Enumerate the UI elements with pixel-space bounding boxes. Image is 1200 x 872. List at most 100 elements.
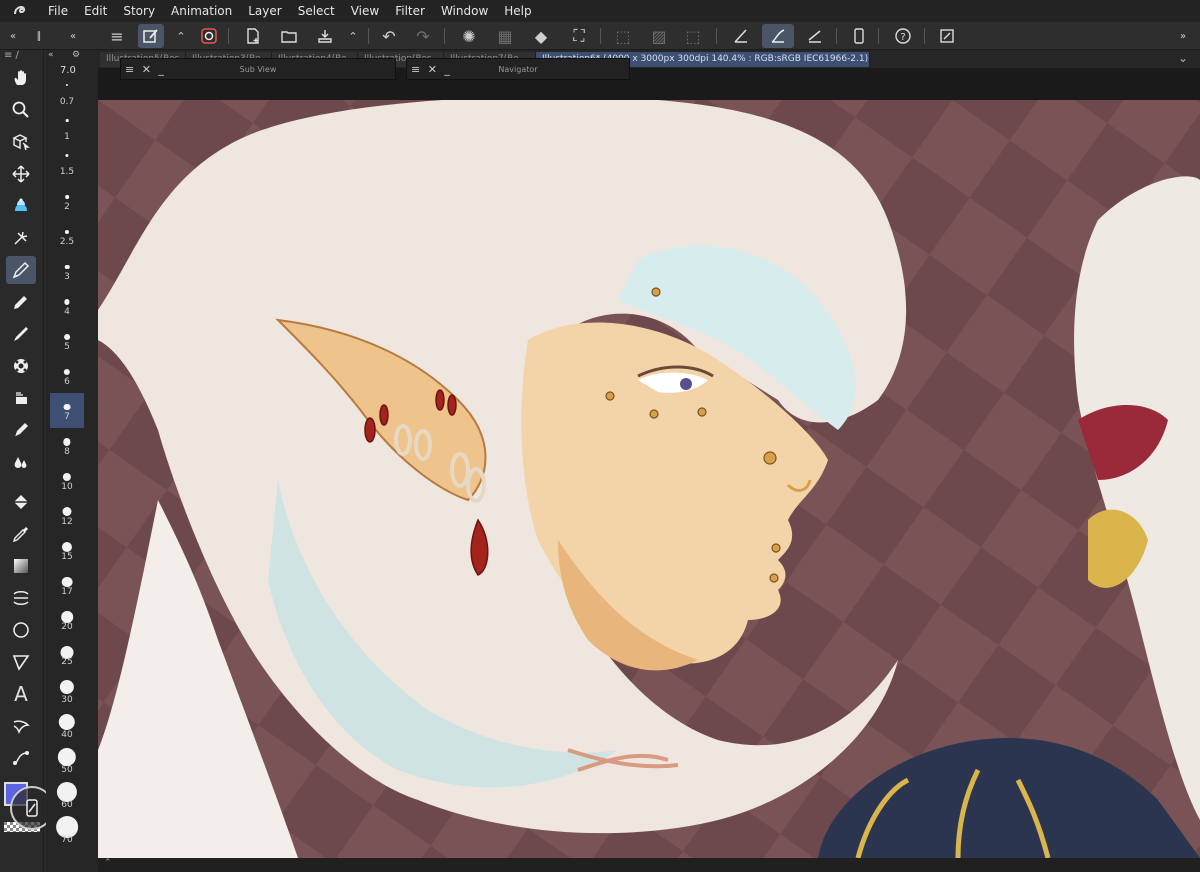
undo-icon[interactable]: ↶ [376,24,402,48]
menu-layer[interactable]: Layer [240,0,289,22]
menu-view[interactable]: View [343,0,387,22]
menu-file[interactable]: File [40,0,76,22]
brush-size-option[interactable]: 3 [50,253,84,288]
operation-icon[interactable] [6,128,36,156]
menu-select[interactable]: Select [290,0,343,22]
brush-size-option[interactable]: 4 [50,288,84,323]
menu-animation[interactable]: Animation [163,0,240,22]
transform-icon[interactable]: ⛶ [566,24,592,48]
ruler-icon[interactable] [6,584,36,612]
open-folder-icon[interactable] [276,24,302,48]
invert-selection-icon[interactable]: ▨ [646,24,672,48]
hand-icon[interactable] [6,64,36,92]
subview-palette[interactable]: ≡ ✕ _ Sub View [120,58,396,80]
smartphone-icon[interactable] [846,24,872,48]
brush-size-option[interactable]: 15 [50,533,84,568]
decoration-icon[interactable] [6,352,36,380]
save-icon[interactable] [312,24,338,48]
brush-size-label: 10 [61,482,73,492]
deselect-icon[interactable]: ⬚ [610,24,636,48]
menu-edit[interactable]: Edit [76,0,115,22]
collapse-icon[interactable]: « [48,50,54,60]
brush-size-label: 12 [61,517,73,527]
brush-size-option[interactable]: 8 [50,428,84,463]
brush-size-option[interactable]: 17 [50,568,84,603]
brush-size-option[interactable]: 30 [50,673,84,708]
text-icon[interactable]: A [6,680,36,708]
brush-size-option[interactable]: 50 [50,743,84,778]
menu-window[interactable]: Window [433,0,496,22]
eyedropper-icon[interactable] [6,520,36,548]
brush-size-option[interactable]: 7 [50,393,84,428]
save-stepper-icon[interactable]: ⌃ [340,24,366,48]
inking-icon[interactable] [6,416,36,444]
brush-size-preview [63,368,71,376]
menu-icon[interactable]: ≡ [104,24,130,48]
brush-size-preview [64,299,70,305]
brush-size-option[interactable]: 1.5 [50,148,84,183]
brush-size-option[interactable]: 40 [50,708,84,743]
navigator-palette[interactable]: ≡ ✕ _ Navigator [406,58,630,80]
brush-size-label: 40 [61,730,73,740]
chevron-down-icon[interactable]: ⌄ [1178,51,1188,65]
palette-title: Navigator [498,65,538,74]
fill-icon-cmd[interactable]: ◆ [528,24,554,48]
settings-icon[interactable]: ⚙ [72,50,80,60]
brush-size-option[interactable]: 12 [50,498,84,533]
collapse-left-2-icon[interactable]: « [60,24,86,48]
collapse-right-icon[interactable]: » [1170,24,1196,48]
help-icon[interactable]: ? [890,24,916,48]
brush-size-label: 70 [61,835,73,845]
mode-stepper-icon[interactable]: ⌃ [168,24,194,48]
brush-icon[interactable] [6,320,36,348]
pen-icon[interactable] [6,256,36,284]
stabilization-icon[interactable] [762,24,794,48]
canvas-area[interactable] [98,68,1200,858]
figure-icon[interactable] [6,616,36,644]
clear-selection-icon[interactable]: ▦ [492,24,518,48]
brush-size-option[interactable]: 60 [50,778,84,813]
crop-icon[interactable]: ⬚ [680,24,706,48]
auto-select-icon[interactable] [6,224,36,252]
eraser-icon[interactable] [6,384,36,412]
brush-size-label: 60 [61,800,73,810]
brush-size-option[interactable]: 0.7 [50,78,84,113]
gradient-icon[interactable] [6,552,36,580]
redo-icon[interactable]: ↷ [410,24,436,48]
fill-bucket-icon[interactable] [6,192,36,220]
brush-size-option[interactable]: 6 [50,358,84,393]
brush-size-option[interactable]: 20 [50,603,84,638]
pen-pressure-icon[interactable] [728,24,754,48]
brush-size-option[interactable]: 10 [50,463,84,498]
fill-icon[interactable] [6,488,36,516]
move-icon[interactable] [6,160,36,188]
vector-snap-icon[interactable] [802,24,828,48]
blend-icon[interactable] [6,448,36,476]
brush-size-option[interactable]: 25 [50,638,84,673]
new-canvas-icon[interactable] [240,24,266,48]
expand-up-icon[interactable]: ⌃ [104,858,112,868]
app-logo-icon[interactable] [0,0,40,22]
menu-story[interactable]: Story [115,0,163,22]
balloon-icon[interactable] [6,712,36,740]
zoom-icon[interactable] [6,96,36,124]
pencil-icon[interactable] [6,288,36,316]
brush-size-preview [63,403,71,411]
brush-size-option[interactable]: 1 [50,113,84,148]
edit-mode-icon[interactable] [138,24,164,48]
companion-icon[interactable] [196,24,222,48]
collapse-left-icon[interactable]: « [0,24,26,48]
brush-size-label: 30 [61,695,73,705]
brush-size-option[interactable]: 70 [50,813,84,848]
frame-icon[interactable] [6,648,36,676]
brush-size-option[interactable]: 2 [50,183,84,218]
fullscreen-icon[interactable] [934,24,960,48]
brush-size-preview [57,747,77,767]
correct-line-icon[interactable] [6,744,36,772]
brush-size-panel-header: « ⚙ [46,50,98,64]
menu-help[interactable]: Help [496,0,539,22]
menu-filter[interactable]: Filter [387,0,433,22]
canvas-artwork[interactable] [98,100,1200,858]
brush-size-option[interactable]: 2.5 [50,218,84,253]
brush-size-option[interactable]: 5 [50,323,84,358]
